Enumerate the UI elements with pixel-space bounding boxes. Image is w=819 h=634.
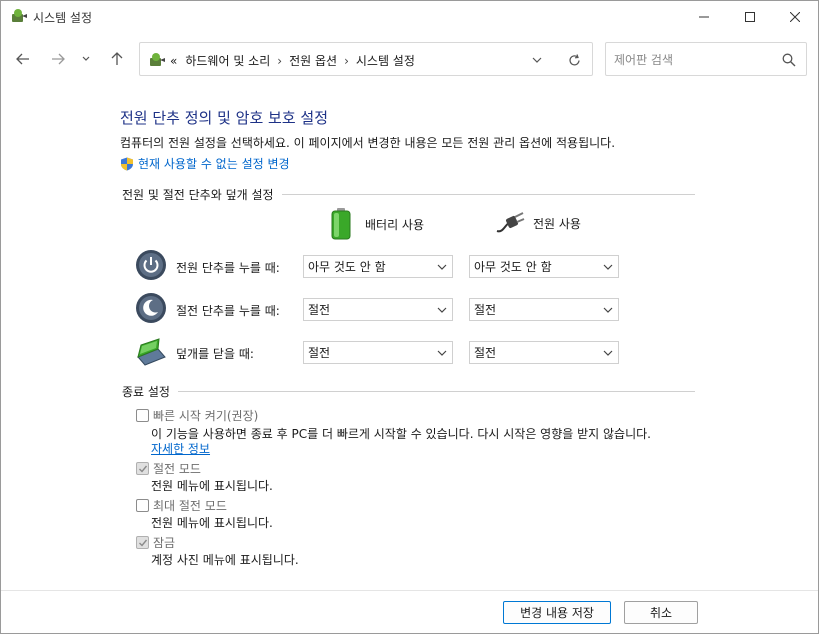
select-value: 아무 것도 안 함 — [308, 260, 386, 274]
battery-icon — [331, 208, 351, 240]
sleep-button-icon — [136, 293, 166, 323]
chevron-down-icon — [437, 264, 447, 270]
breadcrumb-separator[interactable]: › — [344, 54, 349, 68]
title-bar: 시스템 설정 — [1, 1, 818, 33]
page-description: 컴퓨터의 전원 설정을 선택하세요. 이 페이지에서 변경한 내용은 모든 전원… — [120, 136, 616, 150]
uac-shield-icon — [121, 157, 133, 170]
chevron-down-icon — [437, 307, 447, 313]
arrow-left-icon — [16, 53, 29, 65]
save-changes-button[interactable]: 변경 내용 저장 — [503, 601, 611, 624]
power-buttons-section-header: 전원 및 절전 단추와 덮개 설정 — [122, 186, 695, 203]
sleep-mode-label: 절전 모드 — [153, 462, 201, 476]
arrow-right-icon — [52, 53, 65, 65]
chevron-down-icon — [437, 350, 447, 356]
power-options-icon — [150, 53, 165, 66]
close-icon — [790, 12, 800, 22]
power-button-label: 전원 단추를 누를 때: — [176, 261, 280, 275]
power-plug-icon — [496, 212, 525, 233]
laptop-lid-icon — [137, 338, 166, 366]
select-value: 절전 — [474, 303, 497, 317]
minimize-icon — [699, 16, 709, 18]
hibernate-checkbox[interactable] — [136, 499, 149, 512]
chevron-down-icon — [603, 307, 613, 313]
select-value: 절전 — [308, 346, 331, 360]
sleep-button-plugged-select[interactable]: 절전 — [469, 298, 619, 321]
chevron-down-icon — [603, 264, 613, 270]
search-icon[interactable] — [782, 53, 796, 67]
battery-column-header: 배터리 사용 — [329, 207, 424, 241]
checkmark-icon — [138, 539, 147, 547]
fast-startup-description: 이 기능을 사용하면 종료 후 PC를 더 빠르게 시작할 수 있습니다. 다시… — [151, 427, 651, 441]
section-divider — [177, 391, 695, 392]
lid-close-label: 덮개를 닫을 때: — [176, 347, 254, 361]
recent-locations-button[interactable] — [76, 47, 96, 71]
page-title: 전원 단추 정의 및 암호 보호 설정 — [120, 109, 329, 127]
lid-close-plugged-select[interactable]: 절전 — [469, 341, 619, 364]
more-info-link[interactable]: 자세한 정보 — [151, 440, 210, 457]
plugged-in-column-header: 전원 사용 — [495, 211, 581, 235]
chevron-down-icon — [603, 350, 613, 356]
breadcrumb-power-options[interactable]: 전원 옵션 — [289, 52, 337, 69]
navigation-bar: « 하드웨어 및 소리 › 전원 옵션 › 시스템 설정 — [1, 41, 818, 77]
select-value: 절전 — [308, 303, 331, 317]
power-options-icon — [12, 9, 27, 22]
select-value: 아무 것도 안 함 — [474, 260, 552, 274]
sleep-mode-description: 전원 메뉴에 표시됩니다. — [151, 479, 273, 493]
forward-button[interactable] — [45, 47, 71, 71]
breadcrumb-overflow[interactable]: « — [170, 54, 177, 68]
lock-checkbox[interactable] — [136, 536, 149, 549]
power-button-battery-select[interactable]: 아무 것도 안 함 — [303, 255, 453, 278]
lid-close-battery-select[interactable]: 절전 — [303, 341, 453, 364]
breadcrumb-separator[interactable]: › — [277, 54, 282, 68]
section-divider — [281, 194, 695, 195]
chevron-down-icon — [82, 56, 90, 61]
cancel-button[interactable]: 취소 — [624, 601, 698, 624]
arrow-up-icon — [111, 52, 123, 65]
fast-startup-checkbox[interactable] — [136, 409, 149, 422]
breadcrumb: « 하드웨어 및 소리 › 전원 옵션 › 시스템 설정 — [170, 52, 415, 69]
change-unavailable-settings-link[interactable]: 현재 사용할 수 없는 설정 변경 — [120, 155, 290, 172]
main-content: 전원 단추 정의 및 암호 보호 설정 컴퓨터의 전원 설정을 선택하세요. 이… — [1, 89, 818, 589]
maximize-icon — [745, 12, 755, 22]
plugged-in-column-label: 전원 사용 — [533, 216, 581, 231]
section-title: 전원 및 절전 단추와 덮개 설정 — [122, 188, 274, 202]
hibernate-label: 최대 절전 모드 — [153, 499, 227, 513]
breadcrumb-system-settings[interactable]: 시스템 설정 — [356, 52, 415, 69]
section-title: 종료 설정 — [122, 385, 170, 399]
footer-bar: 변경 내용 저장 취소 — [1, 590, 818, 634]
up-button[interactable] — [104, 47, 130, 71]
change-link-label[interactable]: 현재 사용할 수 없는 설정 변경 — [138, 155, 290, 172]
hibernate-option[interactable]: 최대 절전 모드 — [136, 497, 227, 514]
fast-startup-label: 빠른 시작 켜기(권장) — [153, 409, 259, 423]
window-title: 시스템 설정 — [33, 11, 93, 25]
select-value: 절전 — [474, 346, 497, 360]
power-button-icon — [136, 250, 166, 280]
power-button-plugged-select[interactable]: 아무 것도 안 함 — [469, 255, 619, 278]
battery-column-label: 배터리 사용 — [365, 217, 425, 232]
fast-startup-option[interactable]: 빠른 시작 켜기(권장) — [136, 407, 258, 424]
address-dropdown-icon[interactable] — [532, 57, 542, 64]
lock-description: 계정 사진 메뉴에 표시됩니다. — [151, 553, 299, 567]
shutdown-section-header: 종료 설정 — [122, 383, 695, 400]
sleep-mode-checkbox[interactable] — [136, 462, 149, 475]
search-box[interactable] — [605, 42, 807, 76]
sleep-button-battery-select[interactable]: 절전 — [303, 298, 453, 321]
checkmark-icon — [138, 465, 147, 473]
lock-option[interactable]: 잠금 — [136, 534, 175, 551]
refresh-icon[interactable] — [568, 54, 581, 67]
address-bar[interactable]: « 하드웨어 및 소리 › 전원 옵션 › 시스템 설정 — [139, 42, 593, 76]
back-button[interactable] — [10, 47, 36, 71]
hibernate-description: 전원 메뉴에 표시됩니다. — [151, 516, 273, 530]
breadcrumb-hardware-sound[interactable]: 하드웨어 및 소리 — [185, 52, 270, 69]
lock-label: 잠금 — [153, 536, 176, 550]
minimize-button[interactable] — [681, 1, 727, 33]
search-input[interactable] — [614, 50, 774, 70]
sleep-mode-option[interactable]: 절전 모드 — [136, 460, 201, 477]
maximize-button[interactable] — [727, 1, 773, 33]
sleep-button-label: 절전 단추를 누를 때: — [176, 304, 280, 318]
close-button[interactable] — [772, 1, 818, 33]
window: 시스템 설정 « 하드웨어 및 소리 › 전원 옵션 › 시스템 설정 제어판 … — [0, 0, 819, 634]
